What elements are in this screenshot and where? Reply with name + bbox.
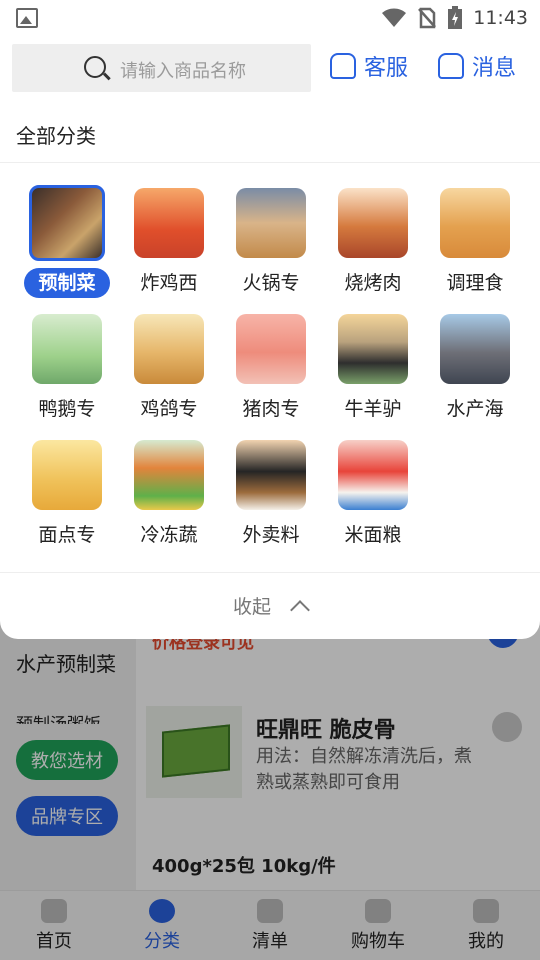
category-thumbnail: [29, 185, 105, 261]
customer-service-button[interactable]: 客服: [330, 50, 408, 82]
category-item-2[interactable]: 火锅专: [220, 188, 322, 308]
category-thumbnail: [338, 440, 408, 510]
category-thumbnail: [32, 314, 102, 384]
category-label: 烧烤肉: [344, 272, 402, 294]
category-thumbnail: [440, 314, 510, 384]
category-thumbnail: [338, 188, 408, 258]
top-header: 请输入商品名称 客服 消息: [0, 36, 540, 100]
category-thumbnail: [236, 188, 306, 258]
category-item-11[interactable]: 冷冻蔬: [118, 440, 220, 560]
bell-icon: [438, 53, 464, 79]
customer-service-label: 客服: [364, 56, 409, 81]
chevron-up-icon: [290, 600, 310, 620]
category-label: 米面粮: [344, 524, 402, 546]
category-item-9[interactable]: 水产海: [424, 314, 526, 434]
divider: [0, 162, 540, 163]
category-thumbnail: [134, 188, 204, 258]
category-label: 牛羊驴: [344, 398, 402, 420]
search-icon: [84, 56, 106, 78]
category-thumbnail: [134, 440, 204, 510]
category-label: 鸡鸽专: [140, 398, 198, 420]
panel-title: 全部分类: [16, 124, 96, 148]
search-input[interactable]: 请输入商品名称: [12, 44, 311, 92]
category-label: 预制菜: [24, 268, 110, 298]
category-item-8[interactable]: 牛羊驴: [322, 314, 424, 434]
wifi-icon: [382, 8, 407, 27]
category-item-0[interactable]: 预制菜: [16, 185, 118, 308]
category-item-4[interactable]: 调理食: [424, 188, 526, 308]
category-thumbnail: [338, 314, 408, 384]
category-label: 炸鸡西: [140, 272, 198, 294]
divider: [0, 572, 540, 573]
messages-label: 消息: [472, 56, 517, 81]
category-label: 火锅专: [242, 272, 300, 294]
category-label: 水产海: [446, 398, 504, 420]
category-item-1[interactable]: 炸鸡西: [118, 188, 220, 308]
category-item-6[interactable]: 鸡鸽专: [118, 314, 220, 434]
category-thumbnail: [440, 188, 510, 258]
category-thumbnail: [32, 440, 102, 510]
category-label: 面点专: [38, 524, 96, 546]
gallery-icon: [16, 8, 38, 28]
category-label: 调理食: [446, 272, 504, 294]
category-thumbnail: [134, 314, 204, 384]
category-label: 冷冻蔬: [140, 524, 198, 546]
no-sim-icon: [418, 7, 437, 29]
category-label: 猪肉专: [242, 398, 300, 420]
status-time: 11:43: [473, 7, 528, 29]
headset-icon: [330, 53, 356, 79]
category-thumbnail: [236, 440, 306, 510]
category-label: 外卖料: [242, 524, 300, 546]
collapse-label: 收起: [232, 596, 271, 618]
category-dropdown-panel: 全部分类 预制菜 炸鸡西 火锅专 烧烤肉 调理食 鸭鹅专 鸡鸽专 猪肉专 牛羊驴…: [0, 100, 540, 639]
battery-charging-icon: [448, 6, 463, 29]
search-placeholder: 请输入商品名称: [120, 61, 246, 82]
collapse-button[interactable]: 收起: [0, 592, 540, 620]
category-label: 鸭鹅专: [38, 398, 96, 420]
category-item-7[interactable]: 猪肉专: [220, 314, 322, 434]
status-right: 11:43: [381, 0, 528, 36]
category-thumbnail: [236, 314, 306, 384]
category-item-13[interactable]: 米面粮: [322, 440, 424, 560]
category-item-5[interactable]: 鸭鹅专: [16, 314, 118, 434]
messages-button[interactable]: 消息: [438, 50, 516, 82]
category-item-12[interactable]: 外卖料: [220, 440, 322, 560]
category-item-3[interactable]: 烧烤肉: [322, 188, 424, 308]
category-item-10[interactable]: 面点专: [16, 440, 118, 560]
status-bar: 11:43: [0, 0, 540, 36]
